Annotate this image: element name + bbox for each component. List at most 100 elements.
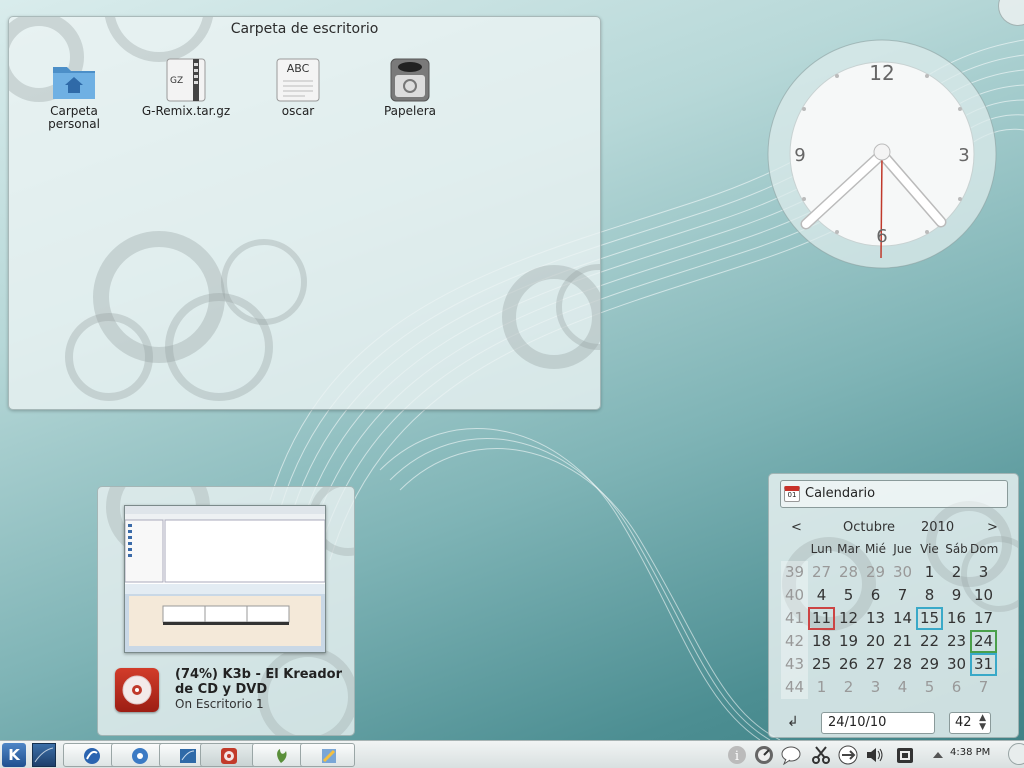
volume-icon[interactable] (865, 745, 885, 765)
week-number-header (781, 538, 808, 561)
calendar-day[interactable]: 6 (943, 676, 970, 699)
week-number: 39 (781, 561, 808, 584)
calendar-day[interactable]: 10 (970, 584, 997, 607)
calendar-day[interactable]: 4 (808, 584, 835, 607)
desktop-pager[interactable] (32, 743, 56, 767)
calendar-day[interactable]: 9 (943, 584, 970, 607)
jump-to-today-button[interactable]: ↲ (787, 714, 799, 730)
calendar-day[interactable]: 13 (862, 607, 889, 630)
k3b-taskbar-icon (221, 748, 237, 764)
info-icon[interactable]: i (727, 745, 747, 765)
clock-numeral-3: 3 (958, 145, 969, 166)
calendar-widget[interactable]: 01 Calendario < Octubre 2010 > Lun Mar M… (768, 473, 1019, 738)
calendar-day[interactable]: 25 (808, 653, 835, 676)
desktop-icon-archive[interactable]: GZ G-Remix.tar.gz (136, 57, 236, 118)
task-button-active-k3b[interactable] (200, 743, 256, 767)
task-button[interactable] (111, 743, 166, 767)
panel-toolbox-button[interactable] (1008, 743, 1024, 765)
calendar-day[interactable]: 16 (943, 607, 970, 630)
kickoff-menu-button[interactable]: K (2, 743, 26, 767)
calendar-day[interactable]: 18 (808, 630, 835, 653)
prev-month-button[interactable]: < (791, 520, 802, 535)
calendar-week-row: 41 11 12 13 14 15 16 17 (781, 607, 997, 630)
day-of-week-header: Vie (920, 542, 939, 556)
folder-view-widget[interactable]: Carpeta de escritorio Carpeta personal G… (8, 16, 601, 410)
calendar-day[interactable]: 27 (862, 653, 889, 676)
battery-power-icon[interactable] (895, 745, 915, 765)
calendar-day[interactable]: 1 (808, 676, 835, 699)
preview-desktop-label: On Escritorio 1 (175, 697, 264, 711)
month-selector[interactable]: Octubre (843, 520, 895, 535)
calendar-day[interactable]: 3 (970, 561, 997, 584)
calendar-day[interactable]: 5 (835, 584, 862, 607)
calendar-day[interactable]: 7 (970, 676, 997, 699)
text-file-icon: ABC (275, 57, 321, 103)
desktop-icon-label: G-Remix.tar.gz (141, 104, 231, 118)
calendar-day[interactable]: 2 (943, 561, 970, 584)
spin-arrows-icon[interactable]: ▲ ▼ (979, 714, 986, 732)
panel-clock[interactable]: 4:38 PM (950, 747, 990, 758)
desktop-icon-text-file[interactable]: ABC oscar (248, 57, 348, 118)
day-of-week-header: Dom (970, 542, 999, 556)
chat-icon[interactable] (781, 745, 801, 765)
calendar-grid: Lun Mar Mié Jue Vie Sáb Dom 39 27 28 29 … (781, 538, 999, 699)
calendar-day-event[interactable]: 15 (916, 607, 943, 630)
calendar-day[interactable]: 23 (943, 630, 970, 653)
network-manager-icon[interactable] (754, 745, 774, 765)
day-of-week-header: Mar (837, 542, 860, 556)
calendar-day[interactable]: 1 (916, 561, 943, 584)
usb-device-icon[interactable] (838, 745, 858, 765)
calendar-day[interactable]: 3 (862, 676, 889, 699)
taskbar-panel: K i 4:38 PM (0, 740, 1024, 768)
year-selector[interactable]: 2010 (921, 520, 954, 535)
calendar-day[interactable]: 4 (889, 676, 916, 699)
calendar-day[interactable]: 14 (889, 607, 916, 630)
calendar-day-event[interactable]: 31 (970, 653, 997, 676)
week-spinbox[interactable]: 42 ▲ ▼ (949, 712, 991, 734)
klipper-scissors-icon[interactable] (811, 745, 831, 765)
calendar-day[interactable]: 27 (808, 561, 835, 584)
calendar-day[interactable]: 6 (862, 584, 889, 607)
calendar-day-today[interactable]: 11 (808, 607, 835, 630)
settings-app-icon (322, 749, 336, 763)
calendar-title-bar: 01 Calendario (780, 480, 1008, 508)
date-input[interactable]: 24/10/10 (821, 712, 935, 734)
calendar-day[interactable]: 2 (835, 676, 862, 699)
clock-numeral-12: 12 (869, 61, 894, 85)
calendar-day[interactable]: 5 (916, 676, 943, 699)
desktop-icon-label: Carpeta personal (48, 104, 100, 131)
calendar-day[interactable]: 19 (835, 630, 862, 653)
calendar-week-row: 39 27 28 29 30 1 2 3 (781, 561, 997, 584)
analog-clock-widget[interactable]: 12 3 6 9 (766, 38, 998, 270)
calendar-day[interactable]: 22 (916, 630, 943, 653)
calendar-day[interactable]: 29 (862, 561, 889, 584)
calendar-day-selected[interactable]: 24 (970, 630, 997, 653)
calendar-day[interactable]: 30 (943, 653, 970, 676)
calendar-day[interactable]: 30 (889, 561, 916, 584)
calendar-day[interactable]: 28 (835, 561, 862, 584)
calendar-day[interactable]: 26 (835, 653, 862, 676)
day-of-week-header: Jue (893, 542, 912, 556)
week-number: 42 (781, 630, 808, 653)
calendar-day[interactable]: 7 (889, 584, 916, 607)
calendar-day[interactable]: 29 (916, 653, 943, 676)
next-month-button[interactable]: > (987, 520, 998, 535)
task-button[interactable] (63, 743, 118, 767)
clock-numeral-9: 9 (794, 145, 805, 166)
day-of-week-header: Sáb (945, 542, 968, 556)
calendar-day[interactable]: 21 (889, 630, 916, 653)
desktop-toolbox-button[interactable] (998, 0, 1024, 26)
expand-tray-icon[interactable] (928, 745, 948, 765)
task-button[interactable] (300, 743, 355, 767)
desktop-icon-trash[interactable]: Papelera (360, 57, 460, 118)
calendar-day[interactable]: 28 (889, 653, 916, 676)
calendar-day[interactable]: 20 (862, 630, 889, 653)
calendar-day[interactable]: 12 (835, 607, 862, 630)
media-player-icon (132, 748, 148, 764)
browser-icon (84, 748, 100, 764)
desktop-icon-home[interactable]: Carpeta personal (24, 57, 124, 131)
week-number: 40 (781, 584, 808, 607)
calendar-day[interactable]: 8 (916, 584, 943, 607)
task-button[interactable] (252, 743, 307, 767)
calendar-day[interactable]: 17 (970, 607, 997, 630)
